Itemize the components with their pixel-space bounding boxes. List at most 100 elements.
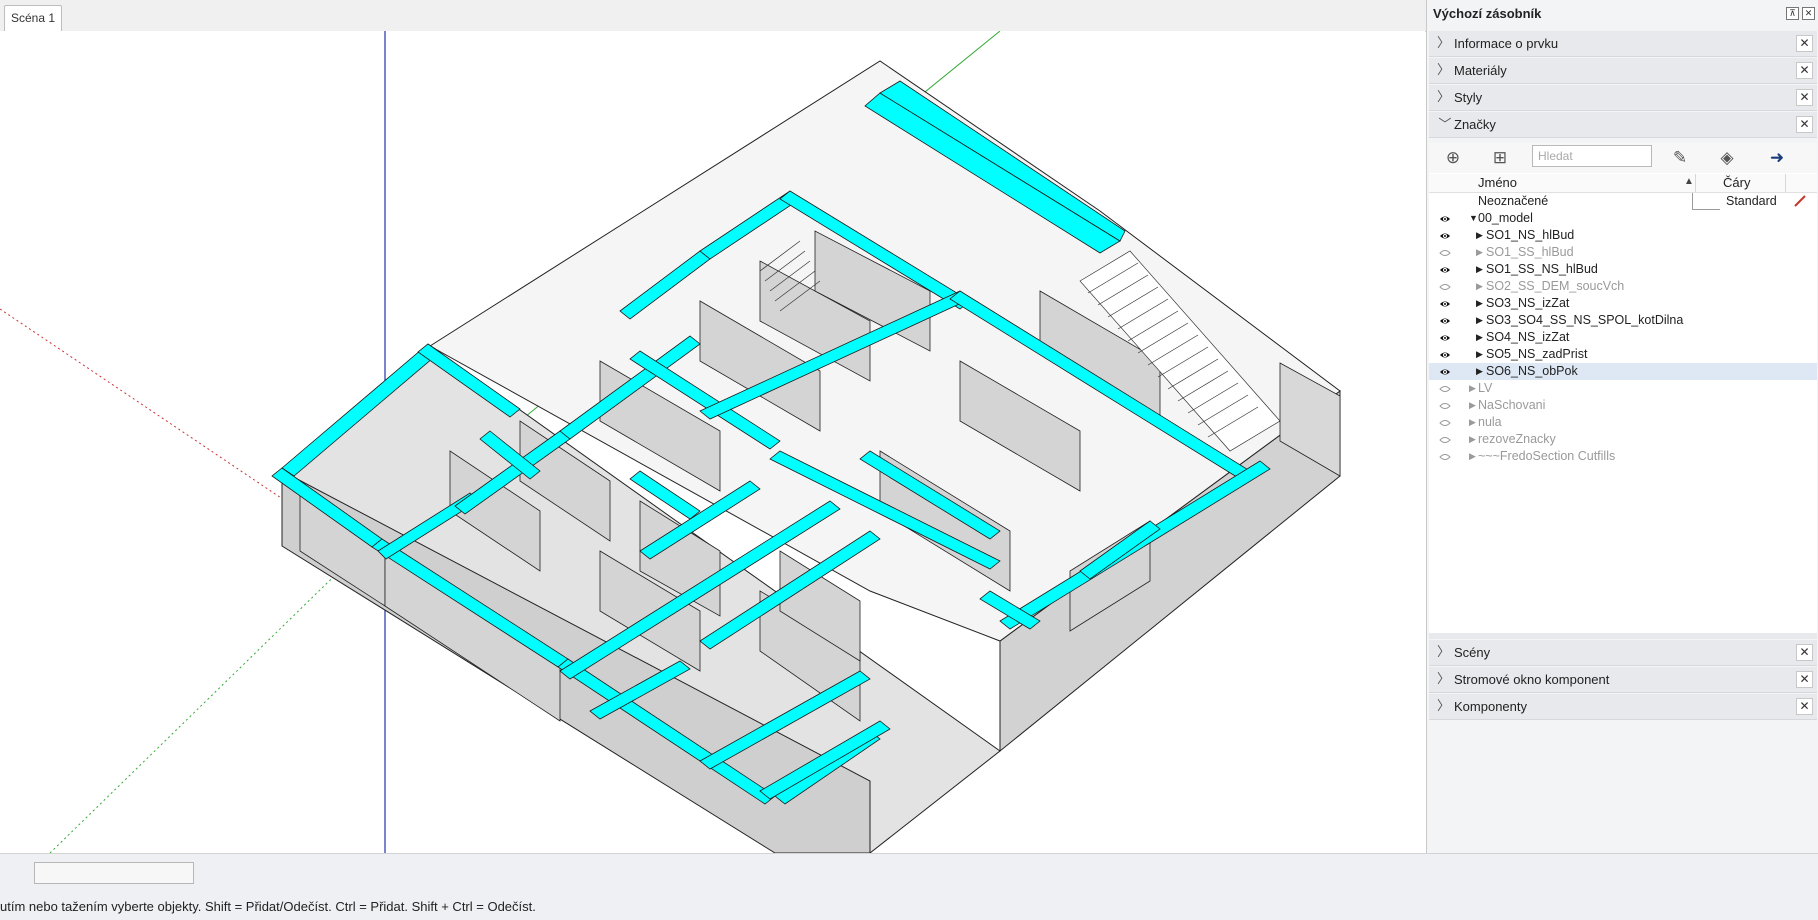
pin-icon[interactable]: ⊼: [1786, 7, 1799, 20]
chevron-right-icon: 〉: [1437, 89, 1451, 104]
close-icon[interactable]: ✕: [1802, 7, 1815, 20]
tag-row[interactable]: ▶ SO1_SS_hlBud: [1429, 244, 1817, 261]
close-panel-button[interactable]: ✕: [1796, 698, 1813, 715]
close-panel-button[interactable]: ✕: [1796, 116, 1813, 133]
tag-row[interactable]: ▼ 00_model: [1429, 210, 1817, 227]
panel-label: Materiály: [1454, 63, 1507, 78]
eye-hidden-icon[interactable]: [1439, 247, 1451, 257]
expand-right-icon[interactable]: ▶: [1469, 416, 1476, 429]
eye-icon[interactable]: [1439, 315, 1451, 325]
eye-hidden-icon[interactable]: [1439, 434, 1451, 444]
expand-down-icon[interactable]: ▼: [1469, 212, 1478, 225]
panel-styles[interactable]: 〉 Styly ✕: [1429, 85, 1817, 111]
tag-row[interactable]: ▶ SO1_NS_hlBud: [1429, 227, 1817, 244]
tag-name: LV: [1478, 381, 1493, 395]
tag-name: Neoznačené: [1478, 194, 1549, 208]
close-panel-button[interactable]: ✕: [1796, 89, 1813, 106]
measurements-box[interactable]: [34, 862, 194, 884]
eye-icon[interactable]: [1439, 332, 1451, 342]
eye-icon[interactable]: [1439, 349, 1451, 359]
chevron-right-icon: 〉: [1437, 62, 1451, 77]
tag-row[interactable]: ▶ rezoveZnacky: [1429, 431, 1817, 448]
expand-right-icon[interactable]: ▶: [1476, 246, 1483, 259]
tag-row[interactable]: ▶ SO6_NS_obPok: [1429, 363, 1817, 380]
tag-row[interactable]: ▶ SO3_NS_izZat: [1429, 295, 1817, 312]
tag-name: SO1_SS_NS_hlBud: [1486, 262, 1598, 276]
expand-right-icon[interactable]: ▶: [1476, 348, 1483, 361]
tag-name: NaSchovani: [1478, 398, 1546, 412]
model-drawing: [0, 31, 1341, 853]
panel-scenes[interactable]: 〉 Scény ✕: [1429, 640, 1817, 666]
color-by-tag-icon[interactable]: ✎: [1669, 147, 1691, 169]
eye-icon[interactable]: [1439, 230, 1451, 240]
chevron-down-icon: 〉: [1437, 117, 1452, 131]
close-panel-button[interactable]: ✕: [1796, 644, 1813, 661]
tag-row[interactable]: ▶ ~~~FredoSection Cutfills: [1429, 448, 1817, 465]
tag-row[interactable]: ▶ SO2_SS_DEM_soucVch: [1429, 278, 1817, 295]
eye-icon[interactable]: [1439, 366, 1451, 376]
panel-components[interactable]: 〉 Komponenty ✕: [1429, 694, 1817, 720]
tag-row[interactable]: ▶ LV: [1429, 380, 1817, 397]
tag-search-input[interactable]: [1532, 145, 1652, 167]
tag-row[interactable]: ▶ SO4_NS_izZat: [1429, 329, 1817, 346]
tag-name: SO5_NS_zadPrist: [1486, 347, 1588, 361]
tag-name: ~~~FredoSection Cutfills: [1478, 449, 1616, 463]
panel-label: Scény: [1454, 645, 1491, 660]
tab-scene-1[interactable]: Scéna 1: [4, 5, 63, 31]
tag-name: SO6_NS_obPok: [1486, 364, 1578, 378]
expand-right-icon[interactable]: ▶: [1476, 314, 1483, 327]
sort-ascending-icon[interactable]: ▲: [1684, 176, 1694, 187]
expand-right-icon[interactable]: ▶: [1476, 297, 1483, 310]
expand-right-icon[interactable]: ▶: [1476, 263, 1483, 276]
tag-line-style[interactable]: Standard: [1726, 194, 1777, 208]
tag-row[interactable]: ▶ SO1_SS_NS_hlBud: [1429, 261, 1817, 278]
expand-right-icon[interactable]: ▶: [1469, 399, 1476, 412]
expand-right-icon[interactable]: ▶: [1469, 450, 1476, 463]
eye-hidden-icon[interactable]: [1439, 400, 1451, 410]
tags-toolbar: ⊕ ⊞ ✎ ◈ ➜: [1429, 143, 1817, 173]
status-bar: utím nebo tažením vyberte objekty. Shift…: [0, 853, 1818, 920]
panel-label: Styly: [1454, 90, 1483, 105]
close-panel-button[interactable]: ✕: [1796, 62, 1813, 79]
panel-tags[interactable]: 〉 Značky ✕: [1429, 112, 1817, 138]
expand-right-icon[interactable]: ▶: [1476, 280, 1483, 293]
expand-right-icon[interactable]: ▶: [1469, 382, 1476, 395]
column-lines[interactable]: Čáry: [1723, 175, 1750, 190]
panel-label: Značky: [1454, 117, 1496, 132]
pencil-icon[interactable]: [1793, 195, 1807, 207]
details-menu-icon[interactable]: ➜: [1766, 147, 1788, 169]
tag-row[interactable]: ▶ nula: [1429, 414, 1817, 431]
tag-name: rezoveZnacky: [1478, 432, 1556, 446]
tag-row[interactable]: ▶ NaSchovani: [1429, 397, 1817, 414]
eye-icon[interactable]: [1439, 298, 1451, 308]
chevron-right-icon: 〉: [1437, 35, 1451, 50]
eye-hidden-icon[interactable]: [1439, 383, 1451, 393]
panel-entity-info[interactable]: 〉 Informace o prvku ✕: [1429, 31, 1817, 57]
close-panel-button[interactable]: ✕: [1796, 671, 1813, 688]
tag-row-untagged[interactable]: Neoznačené Standard: [1429, 193, 1817, 210]
eye-hidden-icon[interactable]: [1439, 451, 1451, 461]
panel-materials[interactable]: 〉 Materiály ✕: [1429, 58, 1817, 84]
tag-row[interactable]: ▶ SO3_SO4_SS_NS_SPOL_kotDilna: [1429, 312, 1817, 329]
expand-right-icon[interactable]: ▶: [1476, 331, 1483, 344]
panel-component-tree[interactable]: 〉 Stromové okno komponent ✕: [1429, 667, 1817, 693]
tag-row[interactable]: ▶ SO5_NS_zadPrist: [1429, 346, 1817, 363]
expand-right-icon[interactable]: ▶: [1469, 433, 1476, 446]
column-name[interactable]: Jméno: [1478, 175, 1517, 190]
eye-hidden-icon[interactable]: [1439, 281, 1451, 291]
model-viewport[interactable]: [0, 31, 1425, 853]
eye-icon[interactable]: [1439, 213, 1451, 223]
add-tag-folder-icon[interactable]: ⊞: [1489, 147, 1511, 169]
add-tag-icon[interactable]: ⊕: [1442, 147, 1464, 169]
line-style-swatch[interactable]: [1692, 193, 1720, 210]
eye-hidden-icon[interactable]: [1439, 417, 1451, 427]
tray-title: Výchozí zásobník: [1433, 6, 1542, 21]
eye-icon[interactable]: [1439, 264, 1451, 274]
tag-name: SO1_SS_hlBud: [1486, 245, 1574, 259]
expand-right-icon[interactable]: ▶: [1476, 229, 1483, 242]
tag-tool-icon[interactable]: ◈: [1716, 147, 1738, 169]
tags-panel: ⊕ ⊞ ✎ ◈ ➜ Jméno ▲ Čáry Neoznačené Standa…: [1429, 143, 1817, 633]
expand-right-icon[interactable]: ▶: [1476, 365, 1483, 378]
panel-label: Informace o prvku: [1454, 36, 1559, 51]
close-panel-button[interactable]: ✕: [1796, 35, 1813, 52]
